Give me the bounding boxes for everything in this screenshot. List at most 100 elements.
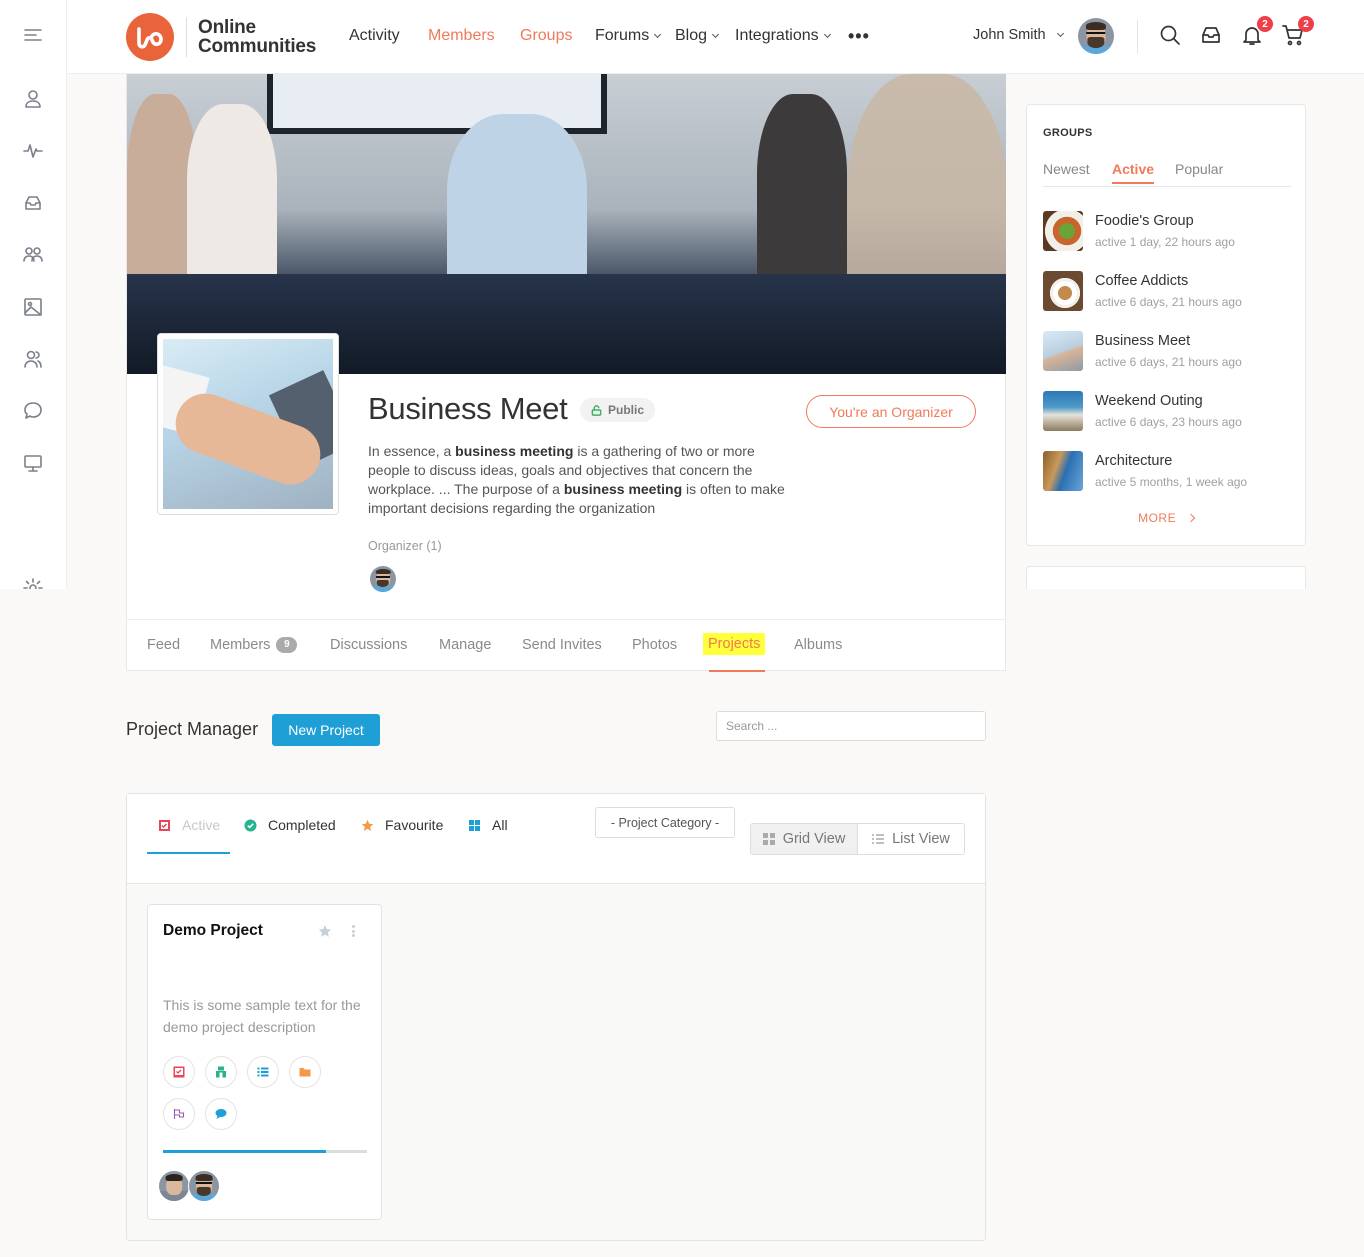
tab-manage[interactable]: Manage xyxy=(439,637,491,653)
group-name: Coffee Addicts xyxy=(1095,273,1189,289)
favourite-star-icon[interactable] xyxy=(318,924,332,938)
nav-activity[interactable]: Activity xyxy=(349,27,400,45)
project-category-select[interactable]: - Project Category - xyxy=(595,807,735,838)
grid-view-button[interactable]: Grid View xyxy=(751,824,858,854)
list-icon[interactable] xyxy=(247,1056,279,1088)
group-activity: active 1 day, 22 hours ago xyxy=(1095,235,1235,249)
nav-forums[interactable]: Forums xyxy=(595,27,662,45)
task-list-icon[interactable] xyxy=(163,1056,195,1088)
check-circle-icon xyxy=(244,819,257,831)
group-thumbnail xyxy=(1043,451,1083,491)
tab-members[interactable]: Members 9 xyxy=(210,637,298,653)
nav-label: Members xyxy=(428,27,495,44)
group-list-item[interactable]: Foodie's Group active 1 day, 22 hours ag… xyxy=(1043,211,1293,251)
group-description: In essence, a business meeting is a gath… xyxy=(368,443,785,516)
widget-tab-newest[interactable]: Newest xyxy=(1043,161,1090,177)
members-count-badge: 9 xyxy=(276,637,298,653)
filter-active[interactable]: Active xyxy=(158,817,220,833)
active-tab-indicator xyxy=(709,670,765,672)
project-card[interactable]: Demo Project This is some sample text fo… xyxy=(147,904,382,1220)
group-avatar[interactable] xyxy=(157,333,339,515)
image-icon[interactable] xyxy=(21,295,45,319)
organizer-button[interactable]: You're an Organizer xyxy=(806,395,976,428)
nav-blog[interactable]: Blog xyxy=(675,27,720,45)
member-avatar[interactable] xyxy=(188,1170,220,1202)
group-tabs: Feed Members 9 Discussions Manage Send In… xyxy=(127,619,1006,672)
group-name: Business Meet xyxy=(1095,333,1191,349)
tab-discussions[interactable]: Discussions xyxy=(330,637,407,653)
monitor-icon[interactable] xyxy=(21,451,45,475)
cart-icon[interactable]: 2 xyxy=(1282,16,1314,50)
brand-name-line2: Communities xyxy=(198,36,317,57)
group-thumbnail xyxy=(1043,211,1083,251)
left-sidebar xyxy=(0,0,67,589)
nav-members[interactable]: Members xyxy=(428,27,495,45)
tab-feed[interactable]: Feed xyxy=(147,637,180,653)
filter-favourite[interactable]: Favourite xyxy=(361,817,443,833)
tab-send-invites[interactable]: Send Invites xyxy=(522,637,602,653)
filter-completed[interactable]: Completed xyxy=(244,817,336,833)
gear-icon[interactable] xyxy=(21,576,45,589)
tab-albums[interactable]: Albums xyxy=(794,637,842,653)
logo-divider xyxy=(186,17,187,57)
widget-title: GROUPS xyxy=(1043,127,1093,139)
milestone-icon[interactable] xyxy=(205,1056,237,1088)
new-project-button[interactable]: New Project xyxy=(272,714,380,746)
group-list-item[interactable]: Architecture active 5 months, 1 week ago xyxy=(1043,451,1293,491)
checkbox-icon xyxy=(159,819,170,831)
inbox-icon[interactable] xyxy=(21,191,45,215)
flag-icon[interactable] xyxy=(163,1098,195,1130)
brand-logo[interactable] xyxy=(126,13,174,61)
group-name: Foodie's Group xyxy=(1095,213,1194,229)
members-icon[interactable] xyxy=(21,347,45,371)
unlock-icon xyxy=(591,404,602,416)
nav-groups[interactable]: Groups xyxy=(520,27,572,45)
group-list-item[interactable]: Business Meet active 6 days, 21 hours ag… xyxy=(1043,331,1293,371)
widget-tab-popular[interactable]: Popular xyxy=(1175,161,1223,177)
project-title[interactable]: Demo Project xyxy=(163,922,263,940)
hamburger-icon[interactable] xyxy=(21,24,45,48)
list-view-button[interactable]: List View xyxy=(858,824,964,854)
project-filter-bar: Active Completed Favourite All - Project… xyxy=(127,794,985,884)
nav-label: Blog xyxy=(675,27,708,44)
filter-all[interactable]: All xyxy=(468,817,508,833)
logo-mark-icon xyxy=(137,27,163,49)
groups-icon[interactable] xyxy=(21,242,45,266)
group-list-item[interactable]: Weekend Outing active 6 days, 23 hours a… xyxy=(1043,391,1293,431)
project-progress-fill xyxy=(163,1150,327,1153)
widget-tabs: Newest Active Popular xyxy=(1043,161,1291,187)
group-activity: active 5 months, 1 week ago xyxy=(1095,475,1248,489)
tab-photos[interactable]: Photos xyxy=(632,637,677,653)
bell-icon[interactable]: 2 xyxy=(1241,16,1273,50)
widget-tab-active[interactable]: Active xyxy=(1112,161,1155,184)
project-manager-title: Project Manager xyxy=(126,719,259,739)
chevron-down-icon xyxy=(1056,29,1064,37)
folder-icon[interactable] xyxy=(289,1056,321,1088)
chevron-right-icon xyxy=(1186,513,1196,523)
brand-name[interactable]: Online Communities xyxy=(198,18,316,56)
activity-icon[interactable] xyxy=(21,139,45,163)
user-icon[interactable] xyxy=(21,87,45,111)
group-activity: active 6 days, 21 hours ago xyxy=(1095,355,1242,369)
project-search-input[interactable] xyxy=(716,711,986,741)
nav-integrations[interactable]: Integrations xyxy=(735,27,831,45)
nav-more-icon[interactable]: ••• xyxy=(848,27,870,45)
search-icon[interactable] xyxy=(1159,24,1185,50)
inbox-icon[interactable] xyxy=(1200,24,1226,50)
group-list-item[interactable]: Coffee Addicts active 6 days, 21 hours a… xyxy=(1043,271,1293,311)
group-activity: active 6 days, 21 hours ago xyxy=(1095,295,1242,309)
chat-icon[interactable] xyxy=(21,399,45,423)
user-name: John Smith xyxy=(973,27,1046,43)
tab-projects[interactable]: Projects xyxy=(703,633,766,655)
more-groups-link[interactable]: MORE xyxy=(1027,511,1305,525)
user-avatar[interactable] xyxy=(1078,18,1114,54)
group-title: Business Meet xyxy=(368,391,568,426)
comment-icon[interactable] xyxy=(205,1098,237,1130)
organizer-avatar[interactable] xyxy=(370,566,396,592)
more-options-icon[interactable] xyxy=(348,923,358,939)
group-name: Weekend Outing xyxy=(1095,393,1203,409)
user-menu[interactable]: John Smith xyxy=(973,27,1064,43)
cart-badge: 2 xyxy=(1298,16,1314,32)
member-avatar[interactable] xyxy=(158,1170,190,1202)
chevron-down-icon xyxy=(711,30,720,38)
